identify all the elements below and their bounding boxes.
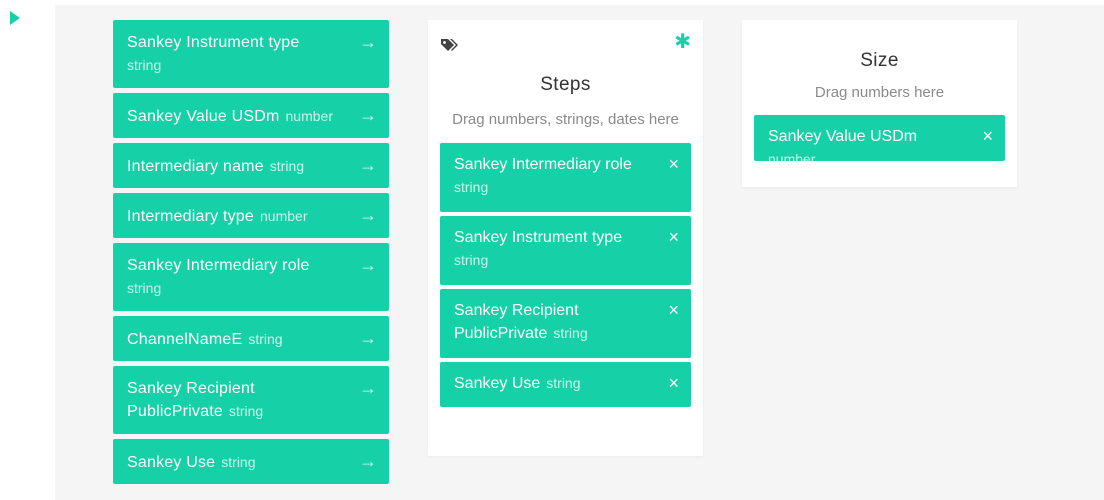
arrow-right-icon[interactable]: → — [359, 206, 377, 224]
remove-icon[interactable]: × — [668, 301, 679, 319]
dimension-type: number — [285, 108, 333, 124]
dimension-name: Intermediary type — [127, 208, 255, 225]
steps-item-type: string — [553, 325, 588, 341]
steps-item-type: string — [454, 179, 489, 195]
dimension-type: string — [248, 331, 283, 347]
steps-title: Steps — [540, 74, 591, 95]
dimension-item[interactable]: Sankey Instrument type string → — [113, 20, 389, 88]
dimension-list: Sankey Instrument type string → Sankey V… — [113, 20, 389, 489]
chart-config-panel: Sankey Instrument type string → Sankey V… — [55, 5, 1104, 500]
size-item-type: number — [768, 151, 816, 161]
steps-item[interactable]: Sankey Recipient PublicPrivate string × — [440, 289, 691, 358]
steps-item-name: Sankey Use — [454, 375, 541, 392]
dimension-item[interactable]: Intermediary name string → — [113, 143, 389, 188]
required-asterisk-icon: ✱ — [674, 31, 691, 53]
size-hint: Drag numbers here — [814, 84, 945, 101]
dimension-item[interactable]: ChannelNameE string → — [113, 316, 389, 361]
steps-item[interactable]: Sankey Instrument type string × — [440, 216, 691, 285]
size-title: Size — [860, 50, 899, 71]
steps-item-type: string — [546, 375, 581, 391]
arrow-right-icon[interactable]: → — [359, 33, 377, 51]
size-item-name: Sankey Value USDm — [768, 128, 918, 145]
dimension-item[interactable]: Sankey Intermediary role string → — [113, 243, 389, 311]
dimension-type: string — [127, 280, 162, 296]
dimension-name: ChannelNameE — [127, 331, 243, 348]
dimension-item[interactable]: Sankey Recipient PublicPrivate string → — [113, 366, 389, 434]
dimension-name: Sankey Value USDm — [127, 108, 280, 125]
dimension-type: string — [228, 403, 264, 419]
dimension-item[interactable]: Intermediary type number → — [113, 193, 389, 238]
arrow-right-icon[interactable]: → — [359, 379, 377, 397]
steps-item[interactable]: Sankey Use string × — [440, 362, 691, 407]
remove-icon[interactable]: × — [668, 228, 679, 246]
dimension-name: Sankey Use — [127, 454, 216, 471]
dimension-item[interactable]: Sankey Value USDm number → — [113, 93, 389, 138]
dimension-type: number — [260, 208, 308, 224]
arrow-right-icon[interactable]: → — [359, 106, 377, 124]
steps-item-name: Sankey Instrument type — [454, 229, 623, 246]
arrow-right-icon[interactable]: → — [359, 256, 377, 274]
dimension-item[interactable]: Sankey Use string → — [113, 439, 389, 484]
steps-item[interactable]: Sankey Intermediary role string × — [440, 143, 691, 212]
tags-icon — [441, 39, 458, 51]
arrow-right-icon[interactable]: → — [359, 329, 377, 347]
arrow-right-icon[interactable]: → — [359, 452, 377, 470]
steps-item-type: string — [454, 252, 489, 268]
remove-icon[interactable]: × — [668, 374, 679, 392]
dimension-name: Intermediary name — [127, 158, 264, 175]
expand-toggle-play-icon[interactable] — [10, 11, 20, 25]
steps-drop-card[interactable]: ✱ Steps Drag numbers, strings, dates her… — [428, 20, 703, 456]
steps-item-list: Sankey Intermediary role string × Sankey… — [428, 143, 703, 407]
size-item[interactable]: Sankey Value USDm number × — [754, 115, 1005, 161]
steps-item-name: Sankey Intermediary role — [454, 156, 632, 173]
arrow-right-icon[interactable]: → — [359, 156, 377, 174]
remove-icon[interactable]: × — [982, 127, 993, 145]
steps-hint: Drag numbers, strings, dates here — [452, 111, 679, 128]
size-item-list: Sankey Value USDm number × — [742, 115, 1017, 161]
dimension-type: string — [269, 158, 305, 174]
dimension-name: Sankey Instrument type — [127, 34, 300, 51]
dimension-type: string — [221, 454, 256, 470]
size-drop-card[interactable]: Size Drag numbers here Sankey Value USDm… — [742, 20, 1017, 187]
dimension-type: string — [127, 57, 162, 73]
dimension-name: Sankey Intermediary role — [127, 257, 310, 274]
remove-icon[interactable]: × — [668, 155, 679, 173]
